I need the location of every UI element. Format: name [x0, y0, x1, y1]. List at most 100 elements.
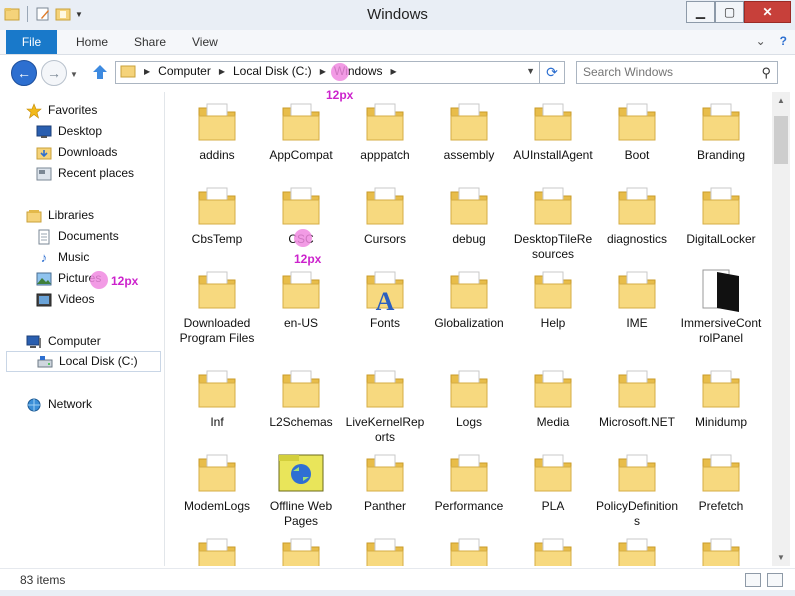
scroll-thumb[interactable]: [774, 116, 788, 164]
refresh-button[interactable]: ⟳: [539, 61, 565, 84]
sidebar-item-downloads[interactable]: Downloads: [36, 142, 117, 163]
folder-item[interactable]: DigitalLocker: [679, 182, 763, 247]
folder-label: addins: [199, 148, 235, 162]
sidebar-item-recent-places[interactable]: Recent places: [36, 163, 134, 184]
recent-locations-icon[interactable]: ▼: [70, 70, 78, 79]
folder-icon: [175, 98, 259, 146]
address-dropdown-icon[interactable]: ▼: [526, 66, 535, 76]
breadcrumb-chevron-icon[interactable]: ▶: [320, 67, 326, 76]
folder-item[interactable]: en-US: [259, 266, 343, 331]
folder-icon: [259, 533, 343, 566]
folder-item[interactable]: addins: [175, 98, 259, 163]
vertical-scrollbar[interactable]: ▲ ▼: [772, 92, 790, 566]
forward-button[interactable]: →: [41, 60, 67, 86]
folder-icon: [511, 449, 595, 497]
maximize-button[interactable]: ▢: [715, 1, 744, 23]
navigation-bar: ← → ▼ ▶ Computer ▶ Local Disk (C:) ▶ Win…: [0, 55, 795, 90]
folder-icon: [259, 365, 343, 413]
folder-item[interactable]: [679, 533, 763, 566]
minimize-button[interactable]: ▁: [686, 1, 715, 23]
folder-item[interactable]: [595, 533, 679, 566]
scroll-down-icon[interactable]: ▼: [772, 549, 790, 566]
folder-item[interactable]: [427, 533, 511, 566]
folder-item[interactable]: Help: [511, 266, 595, 331]
folder-item[interactable]: assembly: [427, 98, 511, 163]
window-bottom-border: [0, 590, 795, 596]
folder-item[interactable]: apppatch: [343, 98, 427, 163]
breadcrumb-chevron-icon[interactable]: ▶: [391, 67, 397, 76]
close-button[interactable]: ✕: [744, 1, 791, 23]
folder-item[interactable]: Downloaded Program Files: [175, 266, 259, 346]
folder-item[interactable]: L2Schemas: [259, 365, 343, 430]
folder-icon: [175, 533, 259, 566]
window-title: Windows: [367, 6, 428, 23]
folder-item[interactable]: [259, 533, 343, 566]
folder-item[interactable]: ModemLogs: [175, 449, 259, 514]
help-icon[interactable]: ?: [780, 34, 787, 48]
search-input[interactable]: [583, 64, 748, 80]
folder-item[interactable]: LiveKernelReports: [343, 365, 427, 445]
folder-item[interactable]: [511, 533, 595, 566]
scroll-up-icon[interactable]: ▲: [772, 92, 790, 109]
folder-item[interactable]: A Fonts: [343, 266, 427, 331]
folder-item[interactable]: AUInstallAgent: [511, 98, 595, 163]
folder-item[interactable]: CbsTemp: [175, 182, 259, 247]
breadcrumb-chevron-icon[interactable]: ▶: [144, 67, 150, 76]
folder-label: L2Schemas: [269, 415, 333, 429]
folder-item[interactable]: IME: [595, 266, 679, 331]
folder-item[interactable]: [343, 533, 427, 566]
large-icons-view-icon[interactable]: [767, 573, 783, 587]
folder-item[interactable]: Cursors: [343, 182, 427, 247]
sidebar-item-documents[interactable]: Documents: [36, 226, 119, 247]
sidebar-item-libraries[interactable]: Libraries: [26, 205, 94, 226]
sidebar-item-computer[interactable]: Computer: [26, 331, 101, 352]
folder-icon: [595, 365, 679, 413]
up-arrow-icon[interactable]: [91, 63, 109, 81]
sidebar-item-favorites[interactable]: Favorites: [26, 100, 97, 121]
folder-item[interactable]: Offline Web Pages: [259, 449, 343, 529]
search-icon[interactable]: ⚲: [761, 65, 771, 81]
folder-item[interactable]: PolicyDefinitions: [595, 449, 679, 529]
sidebar-item-label: Network: [48, 397, 93, 411]
folder-item[interactable]: DesktopTileResources: [511, 182, 595, 262]
folder-item[interactable]: PLA: [511, 449, 595, 514]
tab-share[interactable]: Share: [134, 30, 166, 54]
folder-item[interactable]: Minidump: [679, 365, 763, 430]
back-button[interactable]: ←: [11, 60, 37, 86]
folder-item[interactable]: Inf: [175, 365, 259, 430]
folder-item[interactable]: Media: [511, 365, 595, 430]
sidebar-item-local-disk[interactable]: Local Disk (C:): [6, 351, 161, 372]
folder-item[interactable]: Branding: [679, 98, 763, 163]
folder-item[interactable]: AppCompat: [259, 98, 343, 163]
folder-item[interactable]: [175, 533, 259, 566]
folder-item[interactable]: debug: [427, 182, 511, 247]
breadcrumb-chevron-icon[interactable]: ▶: [219, 67, 225, 76]
folder-icon: [259, 266, 343, 314]
folder-icon: [427, 266, 511, 314]
tab-file[interactable]: File: [6, 30, 57, 54]
folder-item[interactable]: Prefetch: [679, 449, 763, 514]
folder-item[interactable]: Panther: [343, 449, 427, 514]
expand-ribbon-icon[interactable]: ⌄: [756, 34, 766, 48]
tab-home[interactable]: Home: [76, 30, 108, 54]
sidebar-item-music[interactable]: ♪ Music: [36, 247, 90, 268]
search-box[interactable]: ⚲: [576, 61, 778, 84]
details-view-icon[interactable]: [745, 573, 761, 587]
folder-icon: [595, 182, 679, 230]
folder-item[interactable]: Logs: [427, 365, 511, 430]
folder-icon: [511, 266, 595, 314]
folder-item[interactable]: diagnostics: [595, 182, 679, 247]
sidebar-item-videos[interactable]: Videos: [36, 289, 94, 310]
title-bar: ▼ Windows ▁ ▢ ✕: [0, 0, 795, 31]
tab-view[interactable]: View: [192, 30, 218, 54]
folder-item[interactable]: Performance: [427, 449, 511, 514]
breadcrumb-computer[interactable]: Computer: [158, 64, 211, 78]
folder-item[interactable]: Boot: [595, 98, 679, 163]
sidebar-item-desktop[interactable]: Desktop: [36, 121, 102, 142]
folder-item[interactable]: Globalization: [427, 266, 511, 331]
folder-item[interactable]: Microsoft.NET: [595, 365, 679, 430]
folder-item[interactable]: ImmersiveControlPanel: [679, 266, 763, 346]
address-bar[interactable]: ▶ Computer ▶ Local Disk (C:) ▶ Windows ▶…: [115, 61, 540, 84]
sidebar-item-network[interactable]: Network: [26, 394, 92, 415]
breadcrumb-local-disk[interactable]: Local Disk (C:): [233, 64, 312, 78]
